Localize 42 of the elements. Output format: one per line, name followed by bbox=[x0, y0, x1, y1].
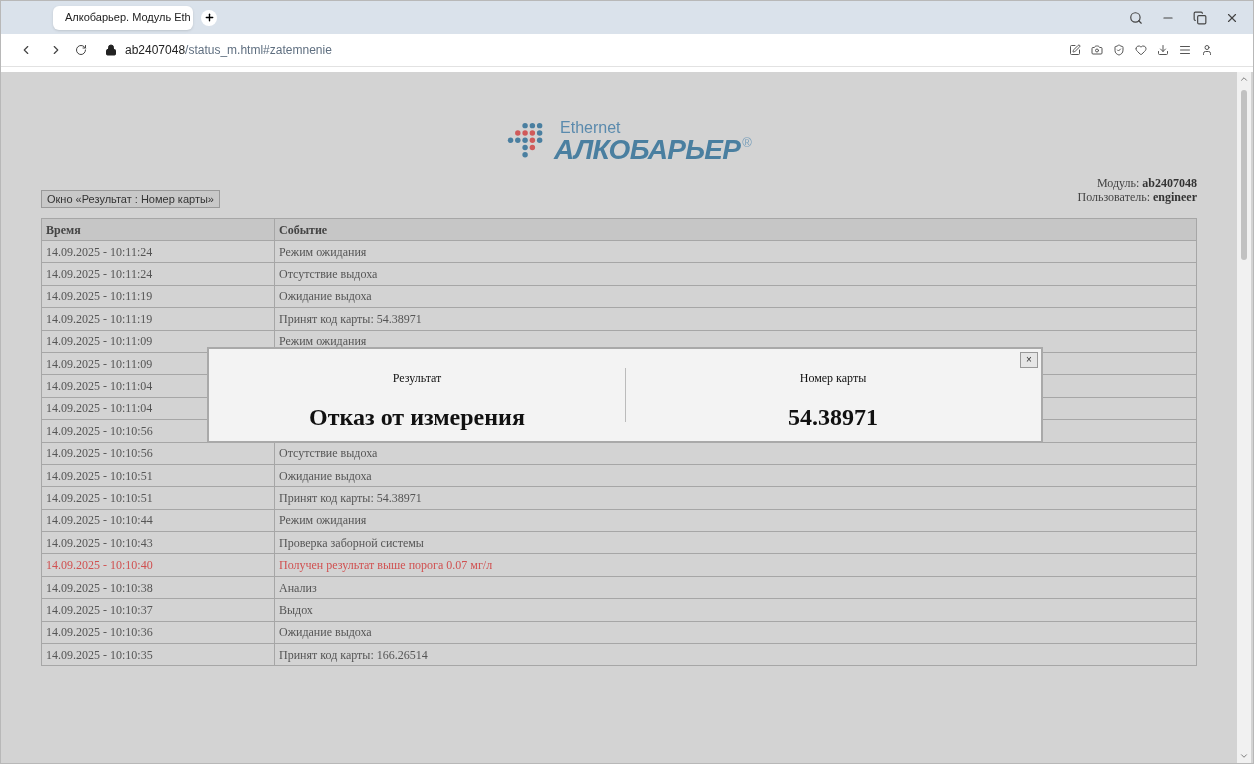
close-button[interactable]: × bbox=[1020, 352, 1038, 368]
event-cell: Отсутствие выдоха bbox=[274, 262, 1197, 286]
column-header: Время bbox=[41, 218, 275, 241]
time-cell: 14.09.2025 - 10:11:19 bbox=[41, 307, 275, 331]
time-cell: 14.09.2025 - 10:11:19 bbox=[41, 285, 275, 308]
time-cell: 14.09.2025 - 10:10:35 bbox=[41, 643, 275, 666]
event-cell: Принят код карты: 54.38971 bbox=[274, 486, 1197, 510]
tab-title: Алкобарьер. Модуль Eth bbox=[65, 10, 191, 26]
event-cell: Проверка заборной системы bbox=[274, 531, 1197, 554]
column-header: Событие bbox=[274, 218, 1197, 241]
dialog-value: 54.38971 bbox=[788, 405, 878, 429]
info-line: Пользователь: engineer bbox=[1077, 190, 1197, 204]
time-cell: 14.09.2025 - 10:10:43 bbox=[41, 531, 275, 554]
info-line: Модуль: ab2407048 bbox=[1096, 176, 1197, 190]
time-cell: 14.09.2025 - 10:10:51 bbox=[41, 464, 275, 487]
event-cell: Ожидание выдоха bbox=[274, 621, 1197, 644]
event-cell: Режим ожидания bbox=[274, 240, 1197, 263]
time-cell: 14.09.2025 - 10:10:36 bbox=[41, 621, 275, 644]
time-cell: 14.09.2025 - 10:10:51 bbox=[41, 486, 275, 510]
event-cell: Выдох bbox=[274, 598, 1197, 622]
result-window-button[interactable]: Окно «Результат : Номер карты» bbox=[41, 190, 220, 208]
event-cell: Режим ожидания bbox=[274, 509, 1197, 532]
registered-mark: ® bbox=[742, 136, 752, 149]
time-cell: 14.09.2025 - 10:10:37 bbox=[41, 598, 275, 622]
event-cell: Принят код карты: 166.26514 bbox=[274, 643, 1197, 666]
dialog-label: Результат bbox=[392, 370, 442, 387]
event-cell: Ожидание выдоха bbox=[274, 464, 1197, 487]
address-field[interactable]: ab2407048/status_m.html#zatemnenie bbox=[125, 41, 332, 59]
time-cell: 14.09.2025 - 10:10:40 bbox=[41, 553, 275, 577]
time-cell: 14.09.2025 - 10:10:38 bbox=[41, 576, 275, 599]
time-cell: 14.09.2025 - 10:10:44 bbox=[41, 509, 275, 532]
event-cell: Принят код карты: 54.38971 bbox=[274, 307, 1197, 331]
time-cell: 14.09.2025 - 10:11:24 bbox=[41, 262, 275, 286]
event-cell: Ожидание выдоха bbox=[274, 285, 1197, 308]
event-cell: Получен результат выше порога 0.07 мг/л bbox=[274, 553, 1197, 577]
logo-wordmark: АЛКОБАРЬЕР bbox=[554, 136, 741, 164]
dialog-label: Номер карты bbox=[799, 370, 867, 387]
browser-tab[interactable]: Алкобарьер. Модуль Eth bbox=[53, 5, 193, 30]
time-cell: 14.09.2025 - 10:11:24 bbox=[41, 240, 275, 263]
event-cell: Анализ bbox=[274, 576, 1197, 599]
dialog-value: Отказ от измерения bbox=[309, 405, 525, 429]
logo-tagline: Ethernet bbox=[560, 120, 622, 136]
